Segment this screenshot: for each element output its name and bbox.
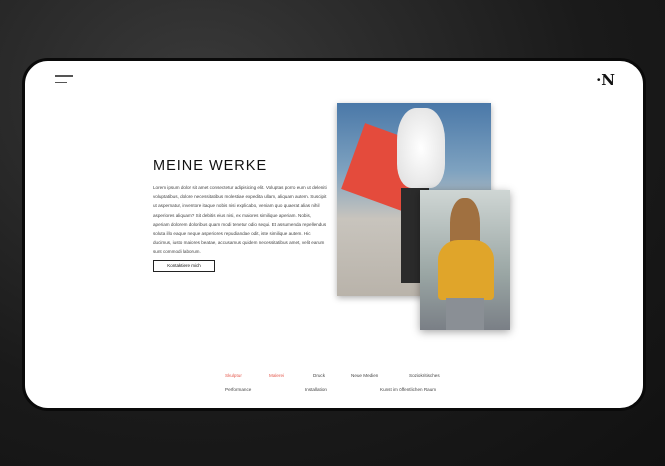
main-card: ·N MEINE WERKE Lorem ipsum dolor sit ame… [22, 58, 646, 411]
intro-text: Lorem ipsum dolor sit amet consectetur a… [153, 185, 327, 255]
category-neue-medien[interactable]: Neue Medien [351, 373, 378, 378]
category-kunst-oeffentlicher-raum[interactable]: Kunst im öffentlichen Raum [380, 387, 436, 392]
category-druck[interactable]: Druck [313, 373, 325, 378]
hamburger-menu-icon[interactable] [55, 75, 73, 88]
page-title: MEINE WERKE [153, 158, 268, 174]
category-malerei[interactable]: Malerei [269, 373, 284, 378]
category-skulptur[interactable]: Skulptur [225, 373, 242, 378]
artist-photo [420, 190, 510, 330]
category-soziokritisches[interactable]: Soziokritisches [409, 373, 440, 378]
category-installation[interactable]: Installation [305, 387, 327, 392]
contact-button[interactable]: Kontaktiere mich [153, 260, 215, 272]
category-performance[interactable]: Performance [225, 387, 251, 392]
logo[interactable]: ·N [596, 71, 615, 89]
